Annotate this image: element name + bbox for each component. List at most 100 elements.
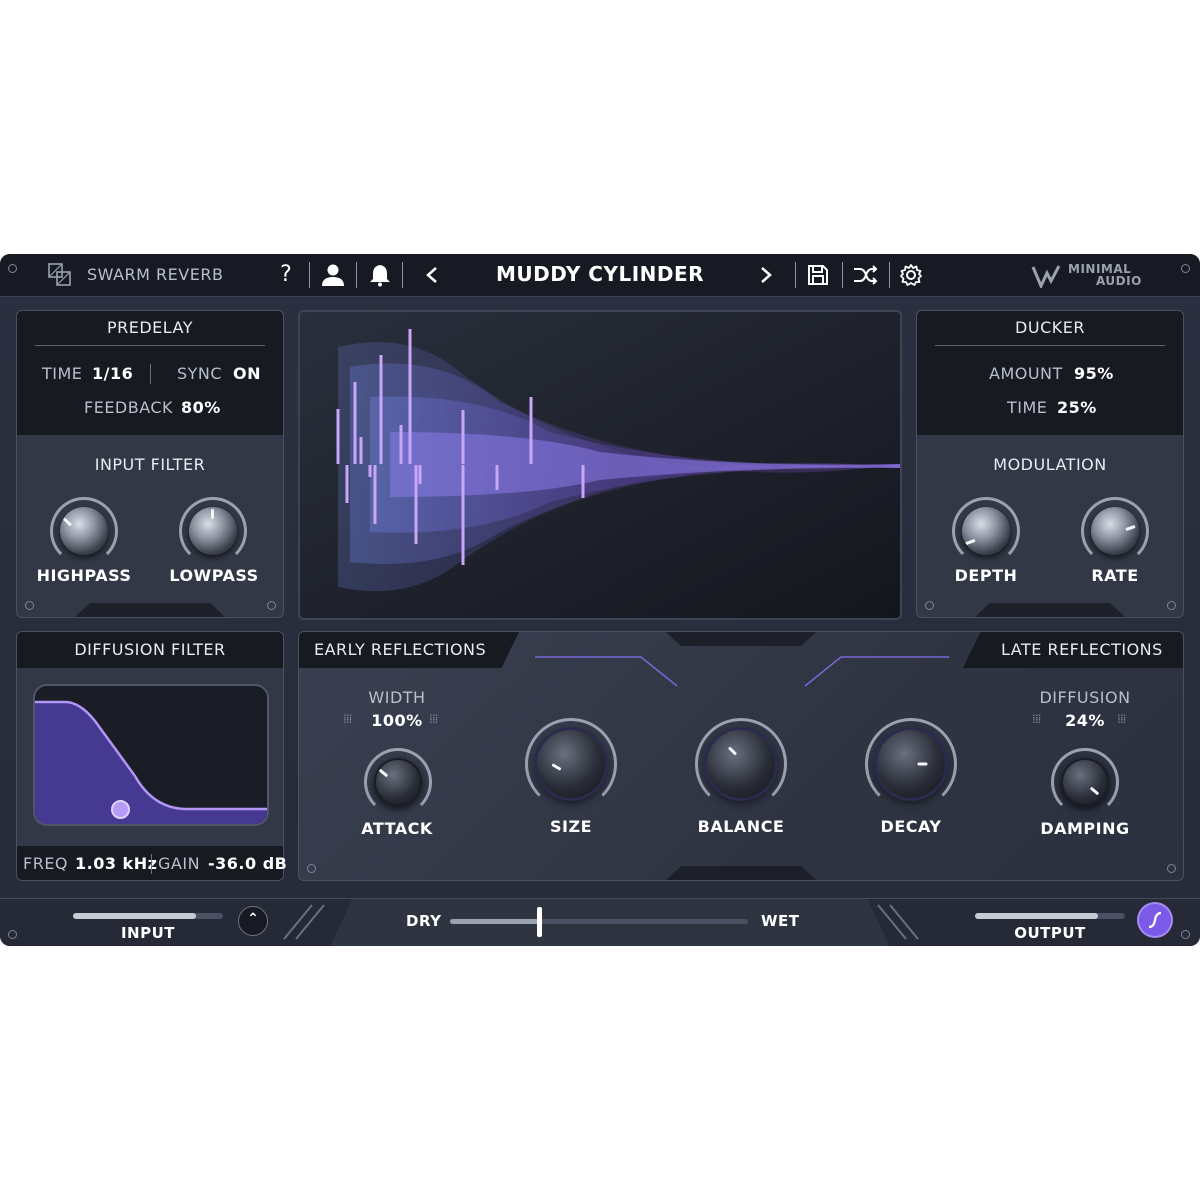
divider xyxy=(935,345,1165,346)
wet-label: WET xyxy=(761,912,800,930)
size-knob[interactable] xyxy=(537,730,605,798)
lowpass-label: LOWPASS xyxy=(169,566,259,585)
help-icon[interactable]: ? xyxy=(272,260,300,290)
screw xyxy=(1167,601,1176,610)
diffusion-filter-title: DIFFUSION FILTER xyxy=(74,640,226,659)
highpass-label: HIGHPASS xyxy=(36,566,132,585)
knob-indicator xyxy=(727,746,738,756)
knob-indicator xyxy=(1125,524,1136,532)
ducker-time-value[interactable]: 25% xyxy=(1057,398,1097,417)
dry-wet-slider-track[interactable] xyxy=(450,919,748,924)
attack-label: ATTACK xyxy=(361,819,433,838)
decay-knob[interactable] xyxy=(877,730,945,798)
damping-label: DAMPING xyxy=(1040,819,1130,838)
divider xyxy=(402,262,403,288)
panel-notch xyxy=(666,632,816,646)
panel-notch xyxy=(975,603,1125,617)
user-icon[interactable] xyxy=(320,263,346,287)
width-value[interactable]: 100% xyxy=(299,711,495,730)
filter-curve-display[interactable] xyxy=(33,684,269,826)
diffusion-filter-panel: DIFFUSION FILTER FREQ 1.03 kHz GAIN -36.… xyxy=(16,631,287,881)
damping-knob[interactable] xyxy=(1061,758,1109,806)
settings-icon[interactable] xyxy=(899,263,923,287)
output-meter[interactable] xyxy=(975,913,1125,919)
clipper-curve-icon[interactable] xyxy=(1139,904,1171,936)
diffusion-label: DIFFUSION xyxy=(1039,688,1131,707)
modulation-title: MODULATION xyxy=(993,455,1107,474)
feedback-label: FEEDBACK xyxy=(84,398,174,417)
dry-wet-slider-handle[interactable] xyxy=(537,907,543,937)
diffusion-filter-header: DIFFUSION FILTER xyxy=(17,632,283,668)
bell-icon[interactable] xyxy=(368,263,392,287)
plugin-logo-icon xyxy=(48,263,71,286)
width-increment-dots[interactable]: ⁞⁞⁞ xyxy=(429,712,439,726)
panel-notch xyxy=(666,866,816,880)
screw xyxy=(1167,864,1176,873)
divider xyxy=(795,262,796,288)
ducker-panel: DUCKER AMOUNT 95% TIME 25% MODULATION DE… xyxy=(916,310,1184,618)
plugin-window: SWARM REVERB ? MUDDY CYLINDER MINIMAL AU… xyxy=(0,254,1200,946)
balance-knob[interactable] xyxy=(707,730,775,798)
sync-value[interactable]: ON xyxy=(233,364,261,383)
freq-value[interactable]: 1.03 kHz xyxy=(75,854,157,873)
collapse-chevron-icon[interactable]: ⌃ xyxy=(238,906,268,936)
time-label: TIME xyxy=(42,364,83,383)
footer-bar: INPUT ⌃ DRY WET OUTPUT xyxy=(0,898,1200,946)
screw xyxy=(8,264,17,273)
divider xyxy=(150,364,151,384)
amount-label: AMOUNT xyxy=(989,364,1063,383)
rate-label: RATE xyxy=(1091,566,1139,585)
knob-indicator xyxy=(211,509,214,519)
late-reflections-title: LATE REFLECTIONS xyxy=(1001,640,1163,659)
predelay-title: PREDELAY xyxy=(106,318,194,337)
predelay-display: PREDELAY TIME 1/16 SYNC ON FEEDBACK 80% xyxy=(17,311,283,435)
time-value[interactable]: 1/16 xyxy=(92,364,133,383)
dry-label: DRY xyxy=(406,912,442,930)
width-label: WIDTH xyxy=(368,688,426,707)
early-reflections-tab: EARLY REFLECTIONS xyxy=(299,632,519,668)
knob-indicator xyxy=(551,763,562,771)
highpass-knob[interactable] xyxy=(60,507,108,555)
dry-wet-slider-fill xyxy=(450,919,540,924)
early-reflections-title: EARLY REFLECTIONS xyxy=(314,640,487,659)
feedback-value[interactable]: 80% xyxy=(181,398,221,417)
input-label: INPUT xyxy=(120,924,176,942)
screw xyxy=(307,864,316,873)
save-icon[interactable] xyxy=(806,263,830,287)
next-preset-icon[interactable] xyxy=(758,265,774,285)
prev-preset-icon[interactable] xyxy=(424,265,440,285)
output-label: OUTPUT xyxy=(1014,924,1086,942)
knob-indicator xyxy=(378,768,389,778)
filter-readout: FREQ 1.03 kHz GAIN -36.0 dB xyxy=(17,846,287,880)
shuffle-icon[interactable] xyxy=(852,263,878,287)
diffusion-increment-dots[interactable]: ⁞⁞⁞ xyxy=(1117,712,1127,726)
screw xyxy=(925,601,934,610)
top-bar: SWARM REVERB ? MUDDY CYLINDER MINIMAL AU… xyxy=(0,254,1200,297)
amount-value[interactable]: 95% xyxy=(1074,364,1114,383)
screw xyxy=(8,930,17,939)
reverb-visualizer xyxy=(298,310,902,620)
ducker-time-label: TIME xyxy=(1007,398,1048,417)
gain-value[interactable]: -36.0 dB xyxy=(208,854,287,873)
lowpass-knob[interactable] xyxy=(189,507,237,555)
divider xyxy=(356,262,357,288)
ducker-display: DUCKER AMOUNT 95% TIME 25% xyxy=(917,311,1183,435)
depth-knob[interactable] xyxy=(962,507,1010,555)
filter-curve xyxy=(35,700,267,824)
diffusion-value[interactable]: 24% xyxy=(987,711,1183,730)
reverb-tail-graphic xyxy=(300,312,900,618)
filter-handle[interactable] xyxy=(111,800,130,819)
reflections-panel: EARLY REFLECTIONS LATE REFLECTIONS WIDTH… xyxy=(298,631,1184,881)
input-meter-fill xyxy=(73,913,196,919)
preset-name[interactable]: MUDDY CYLINDER xyxy=(460,262,740,286)
divider xyxy=(151,854,152,874)
predelay-panel: PREDELAY TIME 1/16 SYNC ON FEEDBACK 80% … xyxy=(16,310,284,618)
decay-label: DECAY xyxy=(880,817,942,836)
divider xyxy=(842,262,843,288)
attack-knob[interactable] xyxy=(374,758,422,806)
input-meter[interactable] xyxy=(73,913,223,919)
rate-knob[interactable] xyxy=(1091,507,1139,555)
divider xyxy=(309,262,310,288)
knob-indicator xyxy=(62,517,73,527)
input-filter-title: INPUT FILTER xyxy=(94,455,206,474)
